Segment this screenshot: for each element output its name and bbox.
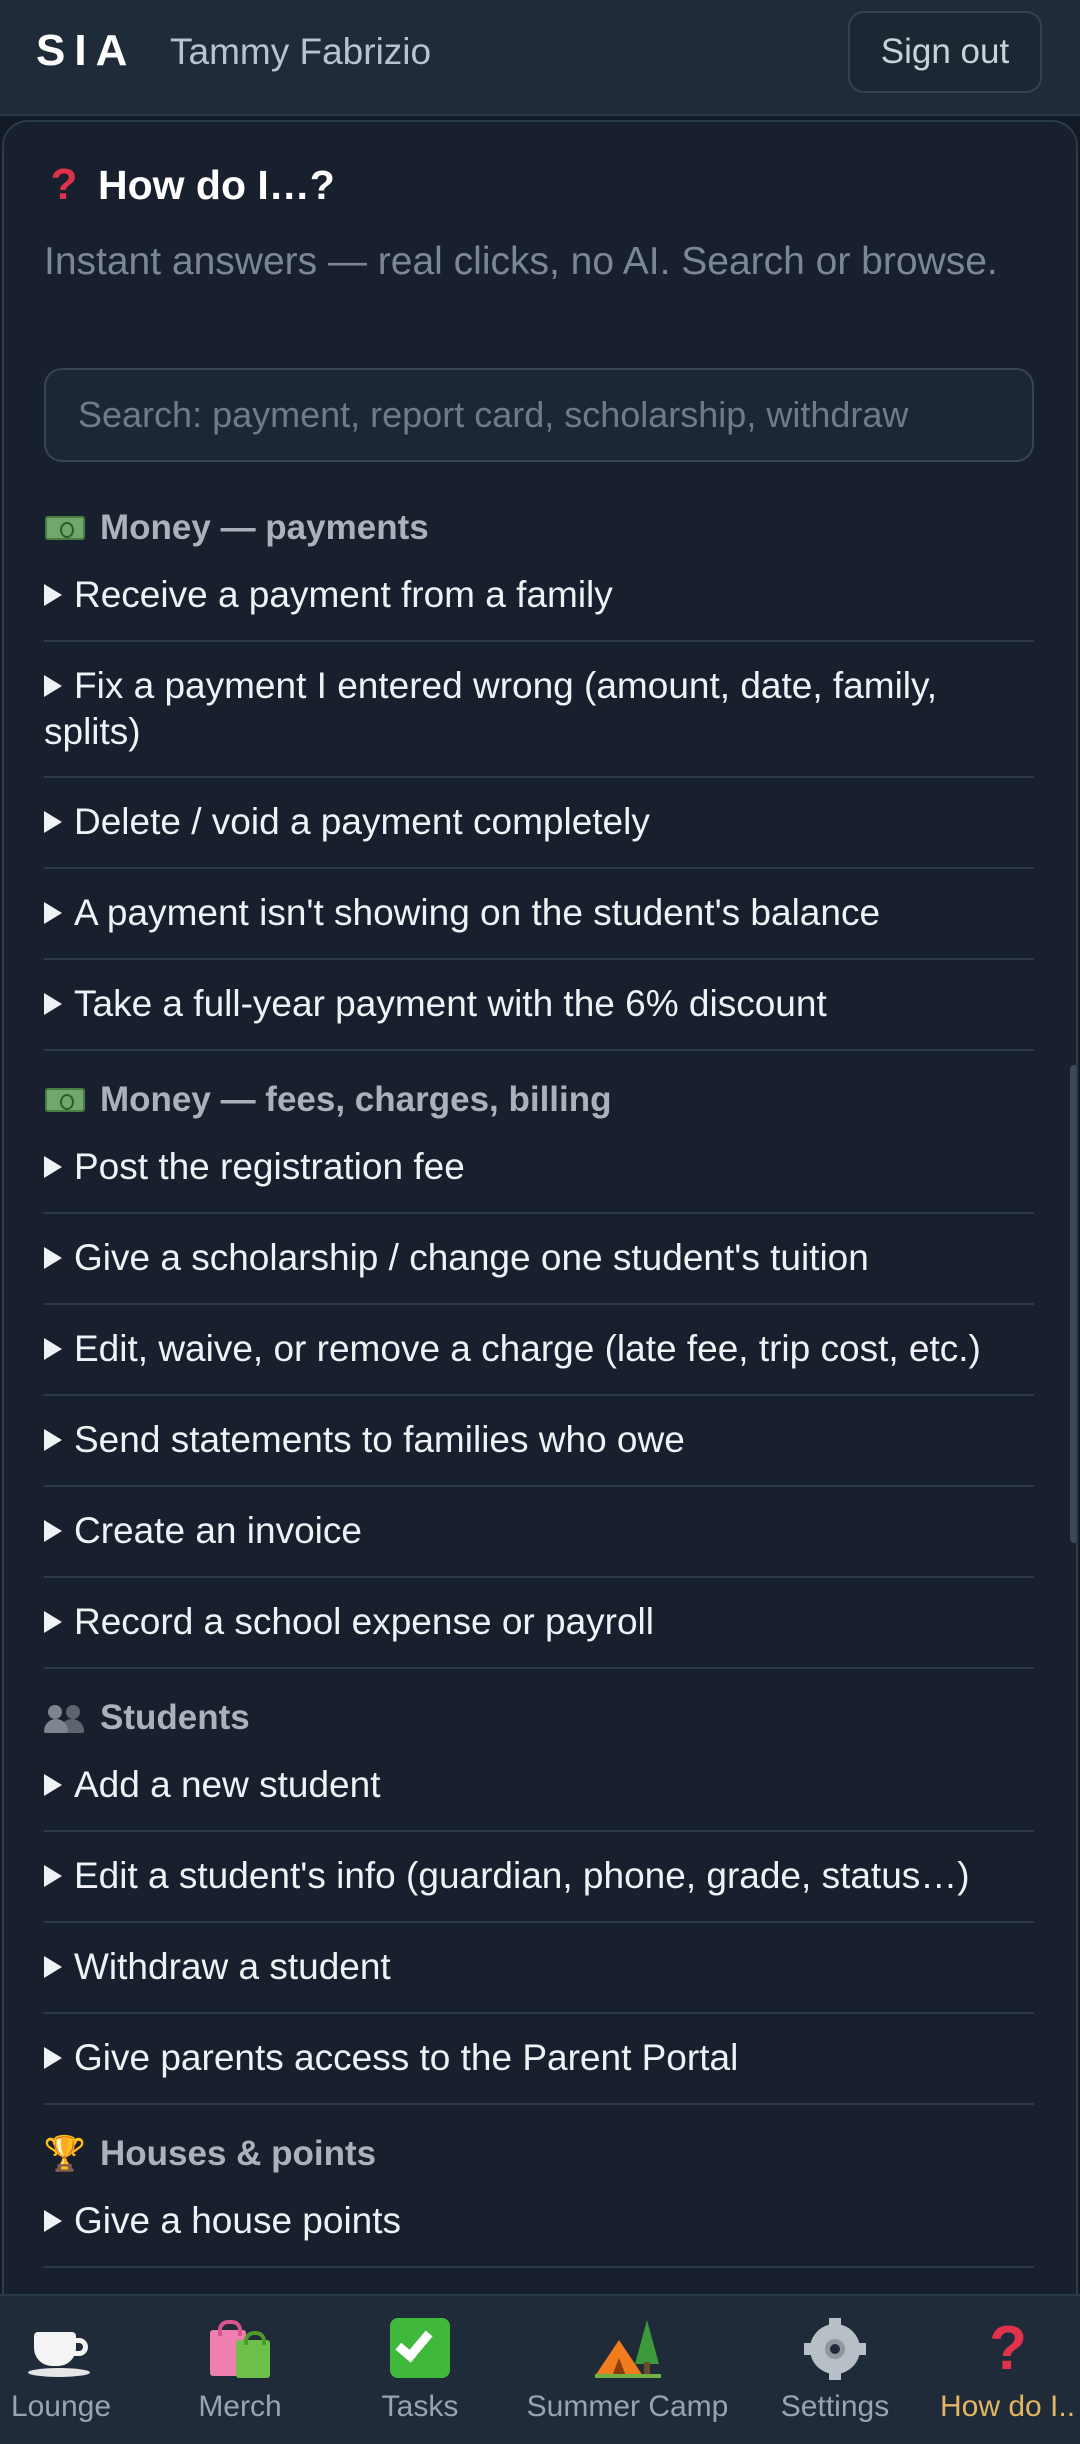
sign-out-button[interactable]: Sign out: [848, 11, 1042, 93]
disclosure-triangle-icon: [44, 1956, 62, 1978]
tab-label: Merch: [198, 2390, 282, 2423]
disclosure-triangle-icon: [44, 1247, 62, 1269]
section-title: Houses & points: [100, 2134, 377, 2173]
disclosure-triangle-icon: [44, 1429, 62, 1451]
disclosure-triangle-icon: [44, 1865, 62, 1887]
section-heading-billing: Money — fees, charges, billing: [44, 1080, 612, 1120]
section-title: Money — payments: [100, 508, 429, 547]
camping-icon: [594, 2318, 661, 2380]
help-item-withdraw-student[interactable]: Withdraw a student: [44, 1944, 1034, 2014]
section-title: Money — fees, charges, billing: [100, 1080, 612, 1119]
brand-logo: SIA: [36, 26, 137, 75]
money-icon: [44, 1085, 86, 1115]
help-item-receive-payment[interactable]: Receive a payment from a family: [44, 572, 1034, 642]
tab-label: Lounge: [10, 2390, 112, 2423]
help-item-full-year-discount[interactable]: Take a full-year payment with the 6% dis…: [44, 981, 1034, 1051]
help-item-edit-student[interactable]: Edit a student's info (guardian, phone, …: [44, 1853, 1034, 1923]
money-icon: [44, 513, 86, 543]
help-item-create-invoice[interactable]: Create an invoice: [44, 1508, 1034, 1578]
disclosure-triangle-icon: [44, 584, 62, 606]
check-mark-icon: [390, 2318, 450, 2380]
disclosure-triangle-icon: [44, 1156, 62, 1178]
section-heading-houses: 🏆 Houses & points: [44, 2134, 376, 2174]
disclosure-triangle-icon: [44, 2210, 62, 2232]
tab-label: Settings: [780, 2390, 890, 2423]
section-title: Students: [100, 1698, 250, 1737]
user-name: Tammy Fabrizio: [170, 31, 432, 72]
disclosure-triangle-icon: [44, 1338, 62, 1360]
search-input[interactable]: [44, 368, 1034, 462]
help-item-house-points[interactable]: Give a house points: [44, 2198, 1034, 2268]
tab-label: How do I...: [940, 2390, 1076, 2423]
help-item-fix-payment[interactable]: Fix a payment I entered wrong (amount, d…: [44, 663, 1034, 778]
disclosure-triangle-icon: [44, 902, 62, 924]
disclosure-triangle-icon: [44, 993, 62, 1015]
help-item-delete-payment[interactable]: Delete / void a payment completely: [44, 799, 1034, 869]
tab-merch[interactable]: Merch: [190, 2318, 290, 2424]
tab-settings[interactable]: Settings: [775, 2318, 895, 2424]
section-heading-payments: Money — payments: [44, 508, 429, 548]
section-heading-students: Students: [44, 1698, 250, 1738]
help-item-add-student[interactable]: Add a new student: [44, 1762, 1034, 1832]
question-icon: ?: [989, 2318, 1027, 2383]
help-title-row: ? How do I…?: [44, 160, 335, 210]
gear-icon: [804, 2318, 866, 2380]
disclosure-triangle-icon: [44, 2047, 62, 2069]
disclosure-triangle-icon: [44, 675, 62, 697]
tab-how-do-i[interactable]: ? How do I...: [940, 2318, 1076, 2424]
help-item-record-expense[interactable]: Record a school expense or payroll: [44, 1599, 1034, 1669]
panel-scrollbar[interactable]: [1070, 1065, 1076, 1543]
page-title: How do I…?: [98, 161, 335, 208]
disclosure-triangle-icon: [44, 811, 62, 833]
help-item-scholarship[interactable]: Give a scholarship / change one student'…: [44, 1235, 1034, 1305]
top-bar: SIA Tammy Fabrizio Sign out: [0, 0, 1080, 116]
shopping-bags-icon: [206, 2318, 274, 2380]
question-icon: ?: [50, 160, 78, 209]
help-item-registration-fee[interactable]: Post the registration fee: [44, 1144, 1034, 1214]
coffee-cup-icon: [28, 2318, 94, 2380]
trophy-icon: 🏆: [43, 2135, 87, 2173]
disclosure-triangle-icon: [44, 1520, 62, 1542]
tab-summer-camp[interactable]: Summer Camp: [525, 2318, 730, 2424]
page-subtitle: Instant answers — real clicks, no AI. Se…: [44, 240, 998, 283]
tab-label: Summer Camp: [526, 2390, 729, 2423]
disclosure-triangle-icon: [44, 1611, 62, 1633]
help-item-edit-charge[interactable]: Edit, waive, or remove a charge (late fe…: [44, 1326, 1034, 1396]
disclosure-triangle-icon: [44, 1774, 62, 1796]
tab-label: Tasks: [381, 2390, 459, 2423]
help-item-payment-not-showing[interactable]: A payment isn't showing on the student's…: [44, 890, 1034, 960]
tab-lounge[interactable]: Lounge: [0, 2318, 122, 2424]
tab-tasks[interactable]: Tasks: [375, 2318, 465, 2424]
help-item-parent-portal[interactable]: Give parents access to the Parent Portal: [44, 2035, 1034, 2105]
people-icon: [44, 1703, 86, 1733]
help-item-send-statements[interactable]: Send statements to families who owe: [44, 1417, 1034, 1487]
